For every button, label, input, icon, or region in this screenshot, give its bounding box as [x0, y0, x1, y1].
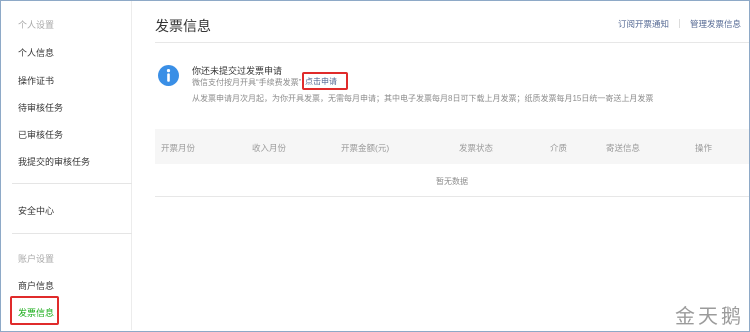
- notice-line-2: 从发票申请月次月起，为你开具发票，无需每月申请；其中电子发票每月8日可下载上月发…: [192, 94, 654, 103]
- sidebar-divider: [12, 183, 132, 184]
- column-header-medium: 介质: [550, 143, 568, 153]
- subscribe-notification-link[interactable]: 订阅开票通知: [618, 19, 669, 29]
- title-divider: [155, 42, 749, 43]
- main-content: 发票信息 订阅开票通知 管理发票信息 你还未提交过发票申请 微信支付按月开具“手续…: [133, 1, 749, 330]
- sidebar: 个人设置 个人信息 操作证书 待审核任务 已审核任务 我提交的审核任务 安全中心…: [1, 1, 132, 330]
- sidebar-item-security[interactable]: 安全中心: [18, 204, 54, 217]
- header-links: 订阅开票通知 管理发票信息: [618, 18, 741, 30]
- column-header-income-month: 收入月份: [252, 143, 287, 153]
- sidebar-item-personal-info[interactable]: 个人信息: [18, 46, 54, 59]
- column-header-invoice-month: 开票月份: [161, 143, 196, 153]
- link-separator: [678, 19, 680, 28]
- sidebar-group-account: 账户设置: [18, 254, 55, 264]
- sidebar-item-pending-tasks[interactable]: 待审核任务: [18, 101, 63, 114]
- empty-state-text: 暂无数据: [436, 177, 468, 186]
- column-header-delivery-info: 寄送信息: [606, 143, 641, 153]
- info-icon: [158, 65, 179, 86]
- sidebar-item-submitted-tasks[interactable]: 我提交的审核任务: [18, 155, 90, 168]
- manage-invoice-link[interactable]: 管理发票信息: [690, 19, 741, 29]
- sidebar-item-reviewed-tasks[interactable]: 已审核任务: [18, 128, 63, 141]
- sidebar-divider: [12, 233, 132, 234]
- highlight-box: [10, 296, 59, 325]
- highlight-box: [302, 72, 348, 90]
- column-header-invoice-amount: 开票金额(元): [341, 143, 390, 153]
- notice-line-1: 微信支付按月开具“手续费发票”: [192, 78, 302, 87]
- sidebar-item-certificate[interactable]: 操作证书: [18, 74, 54, 87]
- notice-title: 你还未提交过发票申请: [192, 66, 283, 76]
- table-body: 暂无数据: [155, 164, 749, 197]
- sidebar-item-merchant-info[interactable]: 商户信息: [18, 279, 54, 292]
- table-header: 开票月份 收入月份 开票金额(元) 发票状态 介质 寄送信息 操作: [155, 129, 749, 164]
- column-header-actions: 操作: [695, 143, 713, 153]
- sidebar-group-personal: 个人设置: [18, 20, 55, 30]
- column-header-invoice-status: 发票状态: [459, 143, 494, 153]
- watermark: 金天鹅: [675, 304, 744, 328]
- page-title: 发票信息: [155, 18, 211, 34]
